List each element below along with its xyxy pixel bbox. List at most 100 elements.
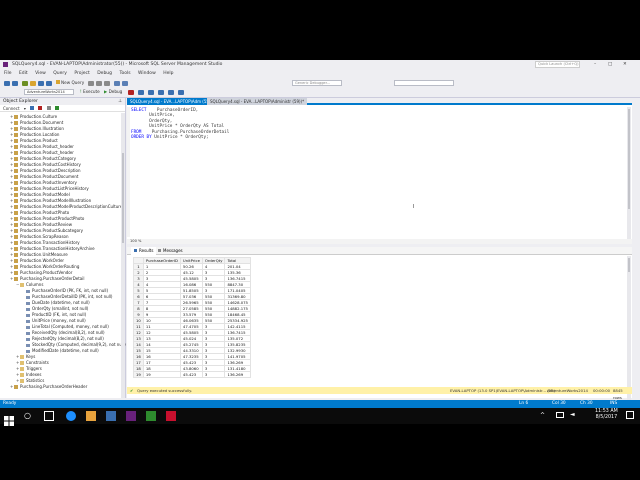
paste-icon[interactable]: [104, 81, 110, 86]
text-cursor-icon: I: [413, 204, 415, 210]
ssms-logo-icon: [3, 62, 8, 67]
ready-status: Ready: [3, 401, 17, 406]
refresh-icon[interactable]: [54, 106, 59, 110]
scroll-thumb[interactable]: [122, 153, 124, 243]
disconnect-icon[interactable]: [38, 106, 43, 110]
tab-messages[interactable]: Messages: [155, 247, 186, 255]
connect-dropdown-icon[interactable]: ▾: [24, 106, 26, 111]
notifications-icon[interactable]: [626, 411, 634, 419]
copy-icon[interactable]: [96, 81, 102, 86]
minimize-button[interactable]: –: [594, 60, 596, 69]
task-view-icon[interactable]: [44, 411, 54, 421]
sql-code[interactable]: SELECT PurchaseOrderID, UnitPrice, Order…: [131, 108, 229, 140]
comment-icon[interactable]: [178, 90, 184, 95]
table-icon: [14, 265, 18, 269]
folder-icon: [20, 361, 24, 365]
menu-view[interactable]: View: [35, 71, 46, 76]
connect-object-icon[interactable]: [30, 106, 35, 110]
query-editor: SQLQuery4.sql - EVA...LAPTOP\Adm (55))* …: [127, 98, 632, 408]
sql-text: UnitPrice * OrderQty;: [151, 135, 209, 141]
column-header[interactable]: UnitPrice: [179, 257, 203, 264]
database-dropdown[interactable]: AdventureWorks2014: [24, 89, 74, 95]
tab-results[interactable]: Results: [131, 247, 157, 255]
undo-icon[interactable]: [114, 81, 120, 86]
zoom-level[interactable]: 100 %: [130, 239, 141, 243]
table-cell[interactable]: 136.269: [224, 371, 251, 378]
menu-query[interactable]: Query: [53, 71, 67, 76]
debug-button[interactable]: ▶ Debug: [104, 89, 122, 94]
table-cell[interactable]: 14628.075: [224, 299, 251, 306]
redo-icon[interactable]: [122, 81, 128, 86]
network-icon[interactable]: [556, 412, 564, 418]
volume-icon[interactable]: ◄: [570, 411, 575, 418]
results-grid-icon[interactable]: [158, 90, 164, 95]
row-number[interactable]: 19: [133, 371, 144, 378]
file-explorer-icon[interactable]: [86, 411, 96, 421]
cut-icon[interactable]: [88, 81, 94, 86]
stop-icon[interactable]: [128, 90, 134, 95]
connect-button[interactable]: Connect: [3, 106, 20, 111]
close-button[interactable]: ✕: [623, 60, 627, 69]
search-dropdown[interactable]: [394, 80, 454, 86]
maximize-button[interactable]: □: [608, 60, 612, 69]
table-icon: [14, 385, 18, 389]
pin-icon[interactable]: ⊥: [118, 98, 122, 105]
editor-scrollbar[interactable]: [627, 107, 631, 239]
parse-icon[interactable]: [138, 90, 144, 95]
recorder-icon[interactable]: [166, 411, 176, 421]
windows-start-icon[interactable]: [4, 411, 14, 426]
table-row[interactable]: 19 19 45.423 3 136.269: [133, 371, 251, 378]
store-icon[interactable]: [106, 411, 116, 421]
object-explorer-scrollbar[interactable]: [121, 113, 125, 398]
new-query-button[interactable]: New Query: [56, 80, 84, 85]
table-icon: [14, 241, 18, 245]
table-cell[interactable]: 45.423: [179, 371, 203, 378]
column-header[interactable]: OrderQty: [201, 257, 226, 264]
forward-icon[interactable]: [12, 81, 18, 86]
menu-file[interactable]: File: [4, 71, 12, 76]
clock-time: 11:53 AM: [595, 409, 618, 414]
query-status-bar: ✔ Query executed successfully. EVAN-LAPT…: [127, 387, 632, 400]
execute-button[interactable]: ! Execute: [80, 89, 100, 94]
menu-tools[interactable]: Tools: [119, 71, 130, 76]
menu-project[interactable]: Project: [74, 71, 89, 76]
object-explorer-toolbar: Connect ▾: [0, 105, 125, 112]
new-project-icon[interactable]: [22, 81, 28, 86]
column-header[interactable]: PurchaseOrderID: [142, 257, 181, 264]
menu-bar: File Edit View Query Project Debug Tools…: [0, 70, 640, 77]
ssms-taskbar-icon[interactable]: [126, 411, 136, 421]
save-icon[interactable]: [38, 81, 44, 86]
results-scrollbar[interactable]: [627, 256, 631, 408]
menu-window[interactable]: Window: [138, 71, 156, 76]
table-icon: [14, 235, 18, 239]
elapsed-time: 00:00:00: [593, 388, 611, 393]
quick-launch-input[interactable]: Quick Launch (Ctrl+Q): [535, 61, 580, 68]
excel-icon[interactable]: [146, 411, 156, 421]
table-cell[interactable]: 3: [201, 371, 226, 378]
tree-table-item[interactable]: + Purchasing.PurchaseOrderHeader: [4, 384, 122, 390]
search-icon[interactable]: ○: [24, 411, 34, 421]
clock[interactable]: 11:53 AM 8/5/2017: [595, 409, 618, 421]
tab-other-query[interactable]: SQLQuery4.sql - EVA...LAPTOP\Administr (…: [207, 98, 308, 105]
menu-help[interactable]: Help: [163, 71, 173, 76]
results-text-icon[interactable]: [168, 90, 174, 95]
table-cell[interactable]: 14882.175: [224, 305, 251, 312]
results-scroll-thumb[interactable]: [628, 258, 630, 272]
editor-scroll-thumb[interactable]: [628, 109, 630, 209]
filter-icon[interactable]: [46, 106, 51, 110]
table-cell[interactable]: 19: [142, 371, 181, 378]
edge-icon[interactable]: [66, 411, 76, 421]
menu-debug[interactable]: Debug: [97, 71, 112, 76]
save-all-icon[interactable]: [46, 81, 52, 86]
menu-edit[interactable]: Edit: [19, 71, 28, 76]
plan-icon[interactable]: [148, 90, 154, 95]
table-icon: [14, 163, 18, 167]
tray-up-icon[interactable]: ^: [540, 412, 545, 419]
table-icon: [14, 271, 18, 275]
table-cell[interactable]: 25334.925: [224, 317, 251, 324]
back-icon[interactable]: [4, 81, 10, 86]
solution-dropdown[interactable]: Generic Debugger...: [292, 80, 342, 86]
object-explorer: Object Explorer ⊥ Connect ▾ + Production.…: [0, 98, 126, 398]
open-icon[interactable]: [30, 81, 36, 86]
object-explorer-header: Object Explorer ⊥: [0, 98, 125, 105]
